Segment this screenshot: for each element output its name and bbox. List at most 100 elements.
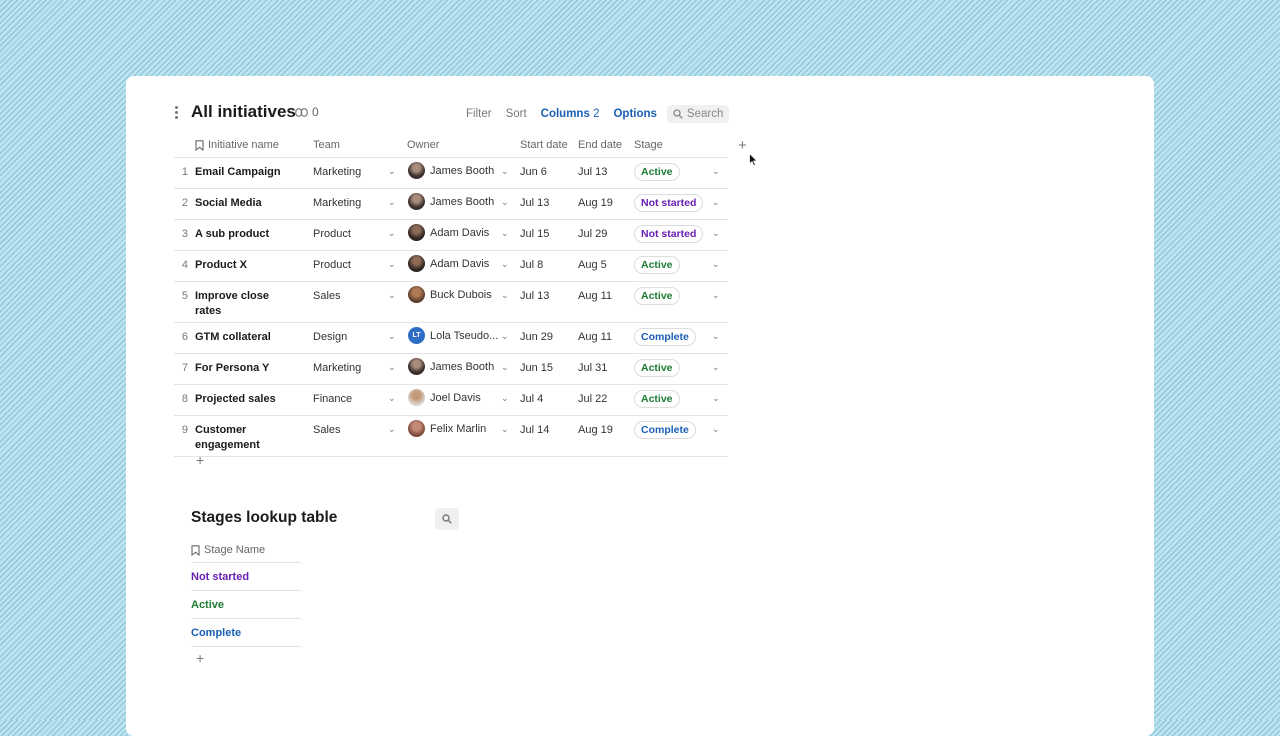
stage-cell[interactable]: Not started <box>634 225 704 243</box>
table-row[interactable]: 4 Product X Product ⌄ Adam Davis ⌄ Jul 8… <box>174 250 728 281</box>
initiative-name[interactable]: A sub product <box>195 227 295 242</box>
stage-chevron-down-icon[interactable]: ⌄ <box>712 393 720 404</box>
owner-chevron-down-icon[interactable]: ⌄ <box>501 424 509 435</box>
team-value[interactable]: Design <box>313 331 347 343</box>
owner-chevron-down-icon[interactable]: ⌄ <box>501 197 509 208</box>
lookup-search-button[interactable] <box>435 508 459 530</box>
col-stage[interactable]: Stage <box>634 139 663 151</box>
stage-chevron-down-icon[interactable]: ⌄ <box>712 166 720 177</box>
add-row-icon[interactable]: + <box>196 452 204 468</box>
owner-chevron-down-icon[interactable]: ⌄ <box>501 393 509 404</box>
stage-chevron-down-icon[interactable]: ⌄ <box>712 259 720 270</box>
start-date[interactable]: Jun 6 <box>520 166 547 178</box>
start-date[interactable]: Jul 15 <box>520 228 549 240</box>
table-row[interactable]: 5 Improve close rates Sales ⌄ Buck Duboi… <box>174 281 728 322</box>
stage-cell[interactable]: Complete <box>634 328 696 346</box>
end-date[interactable]: Jul 13 <box>578 166 607 178</box>
stage-cell[interactable]: Active <box>634 390 680 408</box>
owner-value[interactable]: James Booth <box>408 162 494 179</box>
owner-chevron-down-icon[interactable]: ⌄ <box>501 331 509 342</box>
team-value[interactable]: Product <box>313 259 351 271</box>
owner-value[interactable]: Felix Marlin <box>408 420 486 437</box>
end-date[interactable]: Aug 5 <box>578 259 607 271</box>
owner-chevron-down-icon[interactable]: ⌄ <box>501 259 509 270</box>
end-date[interactable]: Aug 19 <box>578 424 613 436</box>
col-owner[interactable]: Owner <box>407 139 439 151</box>
more-options-icon[interactable] <box>174 106 178 121</box>
team-value[interactable]: Marketing <box>313 362 361 374</box>
initiative-name[interactable]: Email Campaign <box>195 165 295 180</box>
lookup-row[interactable]: Complete <box>191 618 301 647</box>
initiative-name[interactable]: For Persona Y <box>195 361 295 376</box>
team-value[interactable]: Marketing <box>313 197 361 209</box>
initiative-name[interactable]: Product X <box>195 258 295 273</box>
sort-button[interactable]: Sort <box>506 108 527 120</box>
owner-value[interactable]: James Booth <box>408 358 494 375</box>
team-value[interactable]: Marketing <box>313 166 361 178</box>
stage-chevron-down-icon[interactable]: ⌄ <box>712 197 720 208</box>
owner-value[interactable]: Adam Davis <box>408 255 489 272</box>
stage-chevron-down-icon[interactable]: ⌄ <box>712 290 720 301</box>
table-row[interactable]: 3 A sub product Product ⌄ Adam Davis ⌄ J… <box>174 219 728 250</box>
owner-chevron-down-icon[interactable]: ⌄ <box>501 228 509 239</box>
initiative-name[interactable]: Social Media <box>195 196 295 211</box>
initiative-name[interactable]: GTM collateral <box>195 330 295 345</box>
stage-cell[interactable]: Active <box>634 163 680 181</box>
end-date[interactable]: Aug 11 <box>578 331 612 343</box>
team-value[interactable]: Sales <box>313 424 341 436</box>
start-date[interactable]: Jun 29 <box>520 331 553 343</box>
stage-chevron-down-icon[interactable]: ⌄ <box>712 362 720 373</box>
col-start-date[interactable]: Start date <box>520 139 568 151</box>
owner-value[interactable]: Buck Dubois <box>408 286 492 303</box>
start-date[interactable]: Jun 15 <box>520 362 553 374</box>
table-row[interactable]: 2 Social Media Marketing ⌄ James Booth ⌄… <box>174 188 728 219</box>
team-value[interactable]: Product <box>313 228 351 240</box>
stage-chevron-down-icon[interactable]: ⌄ <box>712 228 720 239</box>
options-button[interactable]: Options <box>613 108 656 120</box>
lookup-row[interactable]: Not started <box>191 562 301 590</box>
table-row[interactable]: 7 For Persona Y Marketing ⌄ James Booth … <box>174 353 728 384</box>
start-date[interactable]: Jul 4 <box>520 393 543 405</box>
owner-value[interactable]: James Booth <box>408 193 494 210</box>
end-date[interactable]: Jul 29 <box>578 228 607 240</box>
initiative-name[interactable]: Projected sales <box>195 392 295 407</box>
stage-cell[interactable]: Active <box>634 287 680 305</box>
owner-chevron-down-icon[interactable]: ⌄ <box>501 166 509 177</box>
table-row[interactable]: 6 GTM collateral Design ⌄ LT Lola Tseudo.… <box>174 322 728 353</box>
owner-value[interactable]: LT Lola Tseudo... <box>408 327 498 344</box>
owner-value[interactable]: Adam Davis <box>408 224 489 241</box>
col-end-date[interactable]: End date <box>578 139 622 151</box>
add-column-icon[interactable]: + <box>738 137 747 154</box>
team-chevron-down-icon[interactable]: ⌄ <box>388 166 396 177</box>
stage-cell[interactable]: Complete <box>634 421 696 439</box>
team-chevron-down-icon[interactable]: ⌄ <box>388 362 396 373</box>
start-date[interactable]: Jul 13 <box>520 197 549 209</box>
col-initiative-name[interactable]: Initiative name <box>195 139 279 151</box>
team-chevron-down-icon[interactable]: ⌄ <box>388 331 396 342</box>
stage-cell[interactable]: Active <box>634 256 680 274</box>
start-date[interactable]: Jul 13 <box>520 290 549 302</box>
filter-button[interactable]: Filter <box>466 108 492 120</box>
start-date[interactable]: Jul 8 <box>520 259 543 271</box>
stage-chevron-down-icon[interactable]: ⌄ <box>712 331 720 342</box>
owner-value[interactable]: Joel Davis <box>408 389 481 406</box>
team-chevron-down-icon[interactable]: ⌄ <box>388 259 396 270</box>
stage-chevron-down-icon[interactable]: ⌄ <box>712 424 720 435</box>
team-value[interactable]: Finance <box>313 393 352 405</box>
owner-chevron-down-icon[interactable]: ⌄ <box>501 362 509 373</box>
table-row[interactable]: 9 Customer engagement Sales ⌄ Felix Marl… <box>174 415 728 457</box>
initiative-name[interactable]: Improve close rates <box>195 289 295 319</box>
lookup-header[interactable]: Stage Name <box>191 538 301 562</box>
team-chevron-down-icon[interactable]: ⌄ <box>388 197 396 208</box>
table-row[interactable]: 8 Projected sales Finance ⌄ Joel Davis ⌄… <box>174 384 728 415</box>
table-row[interactable]: 1 Email Campaign Marketing ⌄ James Booth… <box>174 157 728 188</box>
add-lookup-row-icon[interactable]: + <box>196 650 204 666</box>
col-team[interactable]: Team <box>313 139 340 151</box>
link-count[interactable]: 0 <box>295 105 319 119</box>
initiative-name[interactable]: Customer engagement <box>195 423 295 453</box>
columns-button[interactable]: Columns 2 <box>541 108 600 120</box>
team-chevron-down-icon[interactable]: ⌄ <box>388 424 396 435</box>
end-date[interactable]: Aug 19 <box>578 197 613 209</box>
team-chevron-down-icon[interactable]: ⌄ <box>388 393 396 404</box>
end-date[interactable]: Aug 11 <box>578 290 612 302</box>
